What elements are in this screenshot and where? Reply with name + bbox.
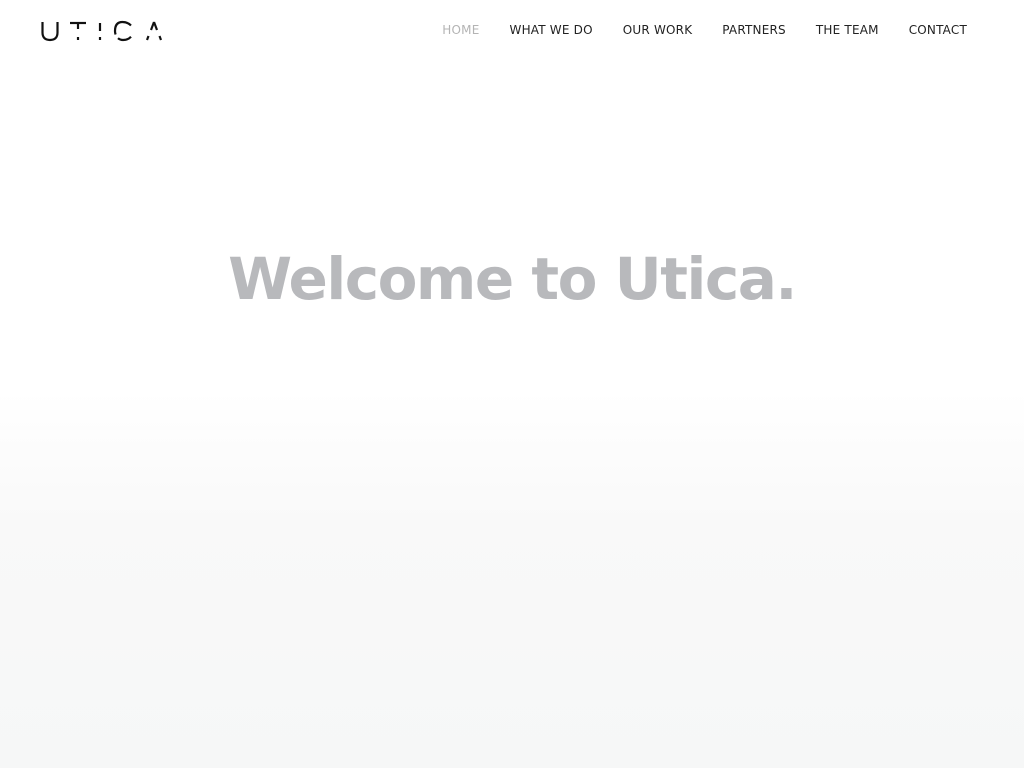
- main-nav: HOME WHAT WE DO OUR WORK PARTNERS THE TE…: [442, 22, 967, 38]
- nav-item-what-we-do[interactable]: WHAT WE DO: [510, 22, 593, 38]
- utica-logo-mark: [41, 20, 163, 42]
- site-header: HOME WHAT WE DO OUR WORK PARTNERS THE TE…: [0, 0, 1024, 62]
- hero-title: Welcome to Utica.: [228, 245, 797, 313]
- nav-item-home[interactable]: HOME: [442, 22, 479, 38]
- nav-item-the-team[interactable]: THE TEAM: [816, 22, 879, 38]
- nav-item-our-work[interactable]: OUR WORK: [623, 22, 693, 38]
- nav-item-partners[interactable]: PARTNERS: [722, 22, 786, 38]
- utica-logo[interactable]: [41, 20, 165, 44]
- nav-item-contact[interactable]: CONTACT: [909, 22, 967, 38]
